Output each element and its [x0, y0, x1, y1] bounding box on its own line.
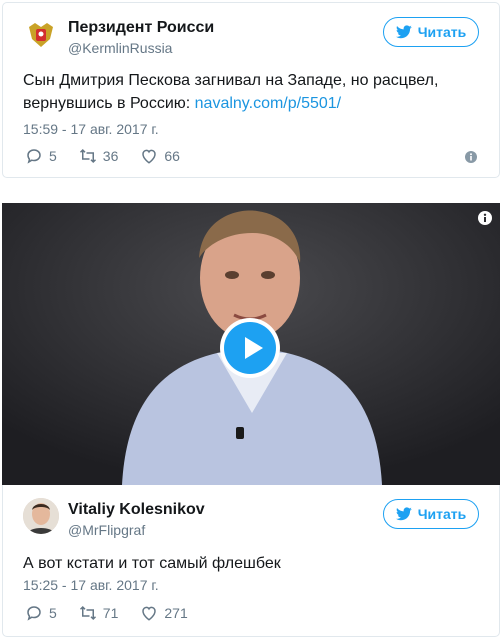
follow-label: Читать	[417, 506, 467, 522]
reply-count: 5	[49, 148, 57, 164]
like-action[interactable]: 66	[140, 147, 180, 165]
tweet-actions: 5 36 66	[25, 147, 202, 165]
follow-button[interactable]: Читать	[383, 499, 479, 529]
tweet-actions: 5 71 271	[25, 604, 210, 622]
play-icon	[224, 322, 276, 374]
retweet-action[interactable]: 36	[79, 147, 119, 165]
follow-label: Читать	[417, 24, 467, 40]
tweet-timestamp[interactable]: 15:25 - 17 авг. 2017 г.	[23, 577, 159, 593]
user-photo-icon	[23, 498, 59, 534]
twitter-bird-icon	[395, 507, 412, 521]
tweet-card-2: Vitaliy Kolesnikov @MrFlipgraf Читать А …	[2, 485, 500, 637]
avatar[interactable]	[23, 17, 59, 53]
avatar[interactable]	[23, 498, 59, 534]
tweet-text: А вот кстати и тот самый флешбек	[23, 555, 281, 572]
retweet-count: 36	[102, 148, 119, 164]
reply-action[interactable]: 5	[25, 604, 57, 622]
reply-icon	[27, 149, 41, 164]
like-action[interactable]: 271	[140, 604, 188, 622]
retweet-count: 71	[102, 605, 119, 621]
tweet-text: Сын Дмитрия Пескова загнивал на Западе, …	[23, 69, 483, 115]
heart-icon	[142, 606, 157, 621]
tweet-link[interactable]: navalny.com/p/5501/	[195, 95, 341, 112]
like-count: 271	[164, 605, 188, 621]
retweet-action[interactable]: 71	[79, 604, 119, 622]
heart-icon	[142, 149, 157, 164]
tweet-card-1: Перзидент Роисси @KermlinRussia Читать С…	[2, 2, 500, 178]
reply-icon	[27, 606, 41, 621]
twitter-bird-icon	[395, 25, 412, 39]
like-count: 66	[164, 148, 180, 164]
coat-of-arms-icon	[29, 23, 53, 47]
reply-count: 5	[49, 605, 57, 621]
user-handle[interactable]: @KermlinRussia	[68, 40, 172, 56]
display-name[interactable]: Перзидент Роисси	[68, 19, 214, 37]
follow-button[interactable]: Читать	[383, 17, 479, 47]
retweet-icon	[79, 148, 96, 164]
play-button[interactable]	[220, 318, 280, 378]
display-name[interactable]: Vitaliy Kolesnikov	[68, 501, 205, 519]
info-icon[interactable]	[465, 151, 477, 163]
tweet-timestamp[interactable]: 15:59 - 17 авг. 2017 г.	[23, 121, 159, 137]
retweet-icon	[79, 605, 96, 621]
info-icon[interactable]	[478, 211, 492, 225]
reply-action[interactable]: 5	[25, 147, 57, 165]
user-handle[interactable]: @MrFlipgraf	[68, 522, 145, 538]
